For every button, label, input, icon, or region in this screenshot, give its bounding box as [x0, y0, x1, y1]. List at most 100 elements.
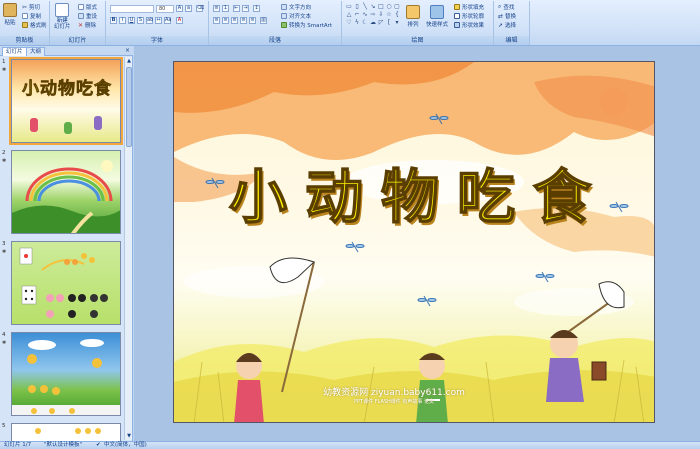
- animation-star-icon: ✱: [2, 249, 7, 255]
- align-left-button[interactable]: ≡: [213, 17, 220, 24]
- paragraph-group-label: 段落: [209, 36, 341, 45]
- oval-shape-icon[interactable]: ○: [385, 3, 393, 10]
- new-slide-icon: [55, 3, 70, 17]
- align-text-button[interactable]: 对齐文本: [281, 12, 311, 20]
- shape-fill-button[interactable]: 形状填充: [454, 3, 484, 11]
- slide-thumbnail-1[interactable]: 小动物吃食: [9, 57, 123, 145]
- current-slide[interactable]: 小动物吃食 幼教资源网 ziyuan.baby611.com PPT课件 FLA…: [173, 61, 655, 423]
- scroll-down-icon[interactable]: ▼: [125, 432, 133, 440]
- format-painter-button[interactable]: 格式刷: [22, 21, 47, 29]
- scrollbar-thumb[interactable]: [126, 67, 132, 147]
- rectangle-shape-icon[interactable]: □: [377, 3, 385, 10]
- connector-shape-icon[interactable]: ⌐: [353, 11, 361, 18]
- new-slide-button[interactable]: 新建 幻灯片: [54, 3, 71, 30]
- font-name-combo[interactable]: [110, 5, 154, 13]
- text-direction-button[interactable]: 文字方向: [281, 3, 311, 11]
- align-right-button[interactable]: ≡: [231, 17, 238, 24]
- tab-outline[interactable]: 大纲: [26, 47, 46, 56]
- delete-icon: ✕: [78, 21, 84, 29]
- rounded-rect-shape-icon[interactable]: ▢: [393, 3, 401, 10]
- grow-font-button[interactable]: A: [176, 5, 183, 12]
- increase-indent-button[interactable]: ⇥: [242, 5, 249, 12]
- brace-shape-icon[interactable]: {: [393, 11, 401, 18]
- clipboard-group-label: 剪贴板: [0, 36, 49, 45]
- underline-button[interactable]: U: [128, 17, 135, 24]
- layout-icon: [78, 4, 84, 10]
- slide-thumbnail-5[interactable]: [11, 423, 121, 441]
- moon-shape-icon[interactable]: ☾: [361, 19, 369, 26]
- font-color-button[interactable]: A: [176, 17, 183, 24]
- tab-slides[interactable]: 幻灯片: [2, 47, 27, 56]
- layout-button[interactable]: 版式: [78, 3, 97, 11]
- animation-star-icon: ✱: [2, 340, 7, 346]
- scroll-up-icon[interactable]: ▲: [125, 57, 133, 65]
- italic-button[interactable]: I: [119, 17, 126, 24]
- distributed-button[interactable]: ≡: [249, 17, 256, 24]
- more-shapes-icon[interactable]: ▾: [393, 19, 401, 26]
- slide-thumbnail-3[interactable]: [11, 241, 121, 325]
- font-size-combo[interactable]: 80: [156, 5, 174, 13]
- align-center-button[interactable]: ≡: [222, 17, 229, 24]
- line-shape-icon[interactable]: ╲: [361, 3, 369, 10]
- paste-button[interactable]: 粘贴: [3, 3, 17, 26]
- lightning-shape-icon[interactable]: ϟ: [353, 19, 361, 26]
- char-spacing-button[interactable]: ↔: [155, 17, 162, 24]
- strikethrough-button[interactable]: ab: [146, 17, 153, 24]
- pane-tabs: 幻灯片 大纲 ×: [0, 46, 133, 56]
- editing-group: ⌕ 查找 ⇄ 替换 ➚ 选择 编辑: [494, 1, 530, 45]
- thumb-title: 小动物吃食: [22, 79, 112, 100]
- change-case-button[interactable]: Aa: [164, 17, 171, 24]
- clear-format-button[interactable]: ⌫: [196, 5, 204, 12]
- columns-button[interactable]: ▥: [260, 17, 267, 24]
- copy-button[interactable]: 复制: [22, 12, 41, 20]
- find-button[interactable]: ⌕ 查找: [498, 3, 514, 11]
- vertical-textbox-shape-icon[interactable]: ▯: [353, 3, 361, 10]
- delete-slide-button[interactable]: ✕ 删除: [78, 21, 96, 30]
- curve-shape-icon[interactable]: ∿: [361, 11, 369, 18]
- slide-thumbnail-row[interactable]: 5: [0, 423, 124, 441]
- spell-check-icon[interactable]: ✔: [96, 442, 101, 449]
- shadow-button[interactable]: S: [137, 17, 144, 24]
- callout-shape-icon[interactable]: ◸: [377, 19, 385, 26]
- slide-thumbnail-4[interactable]: [11, 332, 121, 416]
- cut-button[interactable]: ✂ 剪切: [22, 3, 40, 12]
- bracket-shape-icon[interactable]: [: [385, 19, 393, 26]
- bold-button[interactable]: B: [110, 17, 117, 24]
- convert-smartart-button[interactable]: 转换为 SmartArt: [281, 21, 332, 29]
- close-pane-icon[interactable]: ×: [125, 47, 130, 54]
- bullets-button[interactable]: ≡: [213, 5, 220, 12]
- slide-title[interactable]: 小动物吃食: [219, 150, 619, 234]
- child-left: [234, 353, 264, 422]
- justify-button[interactable]: ≡: [240, 17, 247, 24]
- chicks-row-icon: [35, 428, 101, 434]
- line-spacing-button[interactable]: ↕: [253, 5, 260, 12]
- reset-icon: [78, 13, 84, 19]
- numbering-button[interactable]: 1: [222, 5, 229, 12]
- slide-thumbnail-row[interactable]: 4 ✱: [0, 332, 124, 418]
- language[interactable]: 中文(简体，中国): [104, 442, 147, 449]
- slides-scrollbar[interactable]: ▲ ▼: [124, 57, 132, 440]
- triangle-shape-icon[interactable]: △: [345, 11, 353, 18]
- right-arrow-shape-icon[interactable]: ⇨: [369, 11, 377, 18]
- replace-button[interactable]: ⇄ 替换: [498, 12, 516, 21]
- quick-styles-button[interactable]: 快速样式: [426, 5, 448, 28]
- heart-shape-icon[interactable]: ♡: [345, 19, 353, 26]
- star-shape-icon[interactable]: ☆: [385, 11, 393, 18]
- theme-name: "默认设计模板": [44, 442, 83, 448]
- reset-button[interactable]: 重设: [78, 12, 97, 20]
- textbox-shape-icon[interactable]: ▭: [345, 3, 353, 10]
- decrease-indent-button[interactable]: ⇤: [233, 5, 240, 12]
- slide-thumbnail-row[interactable]: 3 ✱: [0, 241, 124, 327]
- shrink-font-button[interactable]: a: [185, 5, 192, 12]
- arrange-button[interactable]: 排列: [406, 5, 420, 28]
- select-button[interactable]: ➚ 选择: [498, 21, 516, 30]
- slide-thumbnail-row[interactable]: 1 ✱ 小动物吃食: [0, 57, 124, 145]
- slide-thumbnail-row[interactable]: 2 ✱: [0, 150, 124, 236]
- slide-thumbnail-2[interactable]: [11, 150, 121, 234]
- down-arrow-shape-icon[interactable]: ⇩: [377, 11, 385, 18]
- shape-effects-button[interactable]: 形状效果: [454, 21, 484, 29]
- arrow-shape-icon[interactable]: ↘: [369, 3, 377, 10]
- slide-number: 5: [2, 423, 6, 429]
- cloud-shape-icon[interactable]: ☁: [369, 19, 377, 26]
- shape-outline-button[interactable]: 形状轮廓: [454, 12, 484, 20]
